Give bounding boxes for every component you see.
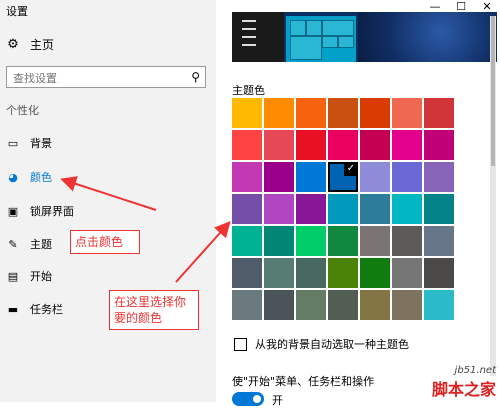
home-label: 主页 [30, 38, 55, 52]
accent-color-swatch[interactable] [264, 162, 294, 192]
accent-color-swatch[interactable] [360, 258, 390, 288]
watermark: jb51.net 脚本之家 [432, 365, 496, 400]
sidebar-item-start[interactable]: ▤ 开始 [6, 266, 206, 286]
checkmark-icon: ✓ [344, 162, 358, 176]
auto-pick-label: 从我的背景自动选取一种主题色 [255, 338, 409, 351]
accent-color-swatch[interactable] [424, 226, 454, 256]
settings-sidebar: 设置 ⚙ 主页 ⚲ 个性化 ▭ 背景 ◕ 颜色 ▣ 锁屏界面 ✎ 主题 ▤ 开始… [0, 0, 216, 402]
accent-color-swatch[interactable] [296, 130, 326, 160]
accent-color-swatch[interactable] [232, 162, 262, 192]
accent-color-swatch[interactable] [328, 258, 358, 288]
auto-pick-checkbox[interactable] [234, 337, 247, 351]
accent-color-swatch[interactable]: ✓ [328, 162, 358, 192]
accent-color-swatch[interactable] [424, 98, 454, 128]
accent-color-swatch[interactable] [232, 98, 262, 128]
accent-color-swatch[interactable] [264, 130, 294, 160]
preview-wallpaper [358, 12, 497, 62]
start-taskbar-color-toggle[interactable] [232, 392, 264, 406]
watermark-brand: 脚本之家 [431, 380, 496, 399]
accent-color-title: 主题色 [232, 84, 265, 97]
search-box[interactable]: ⚲ [6, 66, 206, 89]
accent-color-swatch[interactable] [264, 98, 294, 128]
scrollbar-thumb[interactable] [491, 16, 495, 166]
annotation-choose-color: 在这里选择你要的颜色 [109, 290, 199, 330]
accent-color-swatch[interactable] [232, 290, 262, 320]
accent-color-swatch[interactable] [392, 130, 422, 160]
accent-color-swatch[interactable] [232, 194, 262, 224]
accent-color-swatch[interactable] [360, 130, 390, 160]
accent-color-swatch[interactable] [328, 130, 358, 160]
accent-color-swatch[interactable] [328, 194, 358, 224]
accent-color-swatch[interactable] [296, 258, 326, 288]
accent-color-swatch[interactable] [360, 98, 390, 128]
preview-start-menu [232, 12, 284, 62]
accent-color-swatch[interactable] [392, 194, 422, 224]
accent-color-swatch[interactable] [360, 194, 390, 224]
start-icon: ▤ [7, 269, 19, 283]
accent-color-swatch[interactable] [328, 226, 358, 256]
accent-color-swatch[interactable] [264, 194, 294, 224]
start-taskbar-color-label: 使"开始"菜单、任务栏和操作 [232, 375, 375, 388]
annotation-click-color: 点击颜色 [70, 230, 140, 254]
accent-color-swatch[interactable] [360, 226, 390, 256]
sidebar-item-label: 背景 [30, 137, 52, 150]
lock-screen-icon: ▣ [7, 204, 19, 218]
preview-tiles [286, 16, 356, 62]
auto-pick-option[interactable]: 从我的背景自动选取一种主题色 [234, 336, 409, 352]
toggle-state-label: 开 [272, 394, 283, 407]
accent-color-swatch[interactable] [392, 226, 422, 256]
accent-color-swatch[interactable] [360, 290, 390, 320]
accent-color-swatch[interactable] [328, 290, 358, 320]
sidebar-item-label: 主题 [30, 238, 52, 251]
accent-color-swatch[interactable] [424, 162, 454, 192]
accent-color-swatch[interactable] [424, 194, 454, 224]
accent-color-swatch[interactable] [296, 226, 326, 256]
accent-color-swatch[interactable] [264, 226, 294, 256]
sidebar-item-label: 锁屏界面 [30, 205, 74, 218]
section-title: 个性化 [6, 104, 39, 117]
sidebar-item-label: 任务栏 [30, 303, 63, 316]
brush-icon: ✎ [8, 237, 18, 251]
scrollbar[interactable] [490, 16, 496, 376]
accent-color-swatch[interactable] [392, 98, 422, 128]
accent-color-swatch[interactable] [424, 258, 454, 288]
accent-color-swatch[interactable] [232, 226, 262, 256]
sidebar-item-color[interactable]: ◕ 颜色 [6, 167, 206, 187]
accent-color-swatch[interactable] [264, 258, 294, 288]
gear-icon: ⚙ [7, 36, 19, 52]
accent-color-swatch[interactable] [424, 130, 454, 160]
accent-color-swatch[interactable] [360, 162, 390, 192]
window-title: 设置 [6, 5, 28, 18]
image-icon: ▭ [7, 136, 19, 150]
accent-color-swatch[interactable] [296, 194, 326, 224]
palette-icon: ◕ [8, 170, 18, 184]
accent-color-swatch[interactable] [296, 162, 326, 192]
search-input[interactable] [7, 68, 189, 89]
accent-color-swatch[interactable] [392, 258, 422, 288]
sidebar-item-lock-screen[interactable]: ▣ 锁屏界面 [6, 201, 206, 221]
accent-color-swatch[interactable] [296, 290, 326, 320]
accent-color-swatch[interactable] [296, 98, 326, 128]
accent-color-swatch[interactable] [392, 290, 422, 320]
taskbar-icon: ▬ [7, 302, 19, 316]
accent-color-swatch[interactable] [328, 98, 358, 128]
sidebar-item-label: 开始 [30, 270, 52, 283]
search-icon[interactable]: ⚲ [191, 70, 200, 84]
theme-preview [232, 12, 497, 62]
accent-color-swatch[interactable] [392, 162, 422, 192]
watermark-site: jb51.net [454, 365, 496, 376]
accent-color-swatch[interactable] [264, 290, 294, 320]
accent-color-swatch[interactable] [232, 130, 262, 160]
sidebar-item-background[interactable]: ▭ 背景 [6, 133, 206, 153]
sidebar-item-label: 颜色 [30, 171, 52, 184]
accent-color-swatch[interactable] [424, 290, 454, 320]
accent-color-swatch[interactable] [232, 258, 262, 288]
home-nav-item[interactable]: ⚙ 主页 [6, 36, 54, 53]
